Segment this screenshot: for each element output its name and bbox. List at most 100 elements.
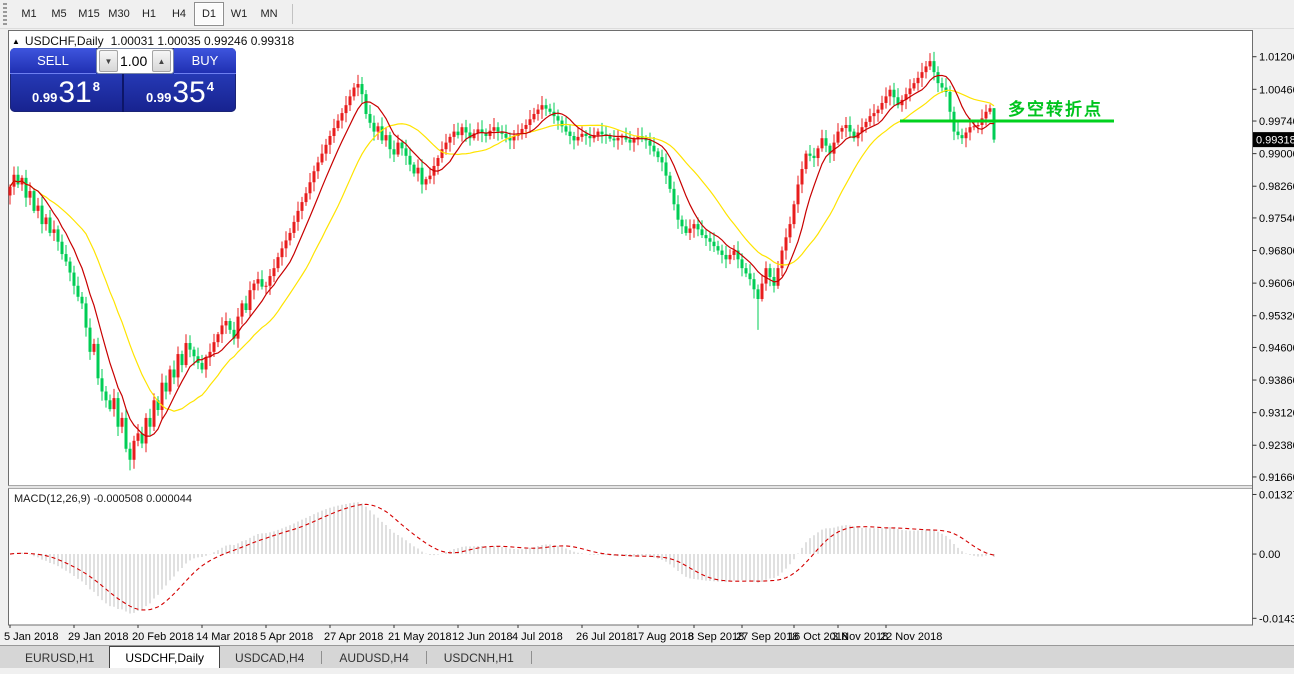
candle-body	[412, 164, 416, 174]
buy-button[interactable]: BUY	[174, 48, 236, 74]
candle-body	[720, 250, 724, 255]
candle-body	[872, 113, 876, 117]
candle-body	[276, 257, 280, 269]
candle-body	[356, 84, 360, 88]
candle-body	[664, 162, 668, 176]
candle-body	[152, 400, 156, 427]
tab-separator	[425, 651, 427, 664]
candle-body	[884, 96, 888, 103]
timeframe-button-w1[interactable]: W1	[224, 2, 254, 26]
candle-body	[28, 191, 32, 198]
timeframe-button-m30[interactable]: M30	[104, 2, 134, 26]
candle-body	[316, 162, 320, 172]
candle-body	[8, 186, 12, 196]
chart-title: ▲ USDCHF,Daily 1.00031 1.00035 0.99246 0.9…	[12, 34, 294, 48]
candle-body	[240, 303, 244, 317]
candle-body	[128, 448, 132, 460]
candle-body	[744, 268, 748, 274]
timeframe-button-d1[interactable]: D1	[194, 2, 224, 26]
candle-body	[312, 171, 316, 183]
candle-body	[288, 232, 292, 241]
candle-body	[632, 139, 636, 143]
candle-body	[40, 205, 44, 225]
tab-separator	[321, 651, 323, 664]
candle-body	[16, 174, 20, 185]
toolbar-grip-handle[interactable]	[3, 3, 7, 25]
candle-body	[840, 128, 844, 132]
buy-price[interactable]: 0.99 35 4	[124, 74, 236, 112]
candle-body	[284, 240, 288, 249]
timeframe-button-m15[interactable]: M15	[74, 2, 104, 26]
candle-body	[924, 66, 928, 73]
candle-body	[300, 202, 304, 211]
timeframe-button-h4[interactable]: H4	[164, 2, 194, 26]
candle-body	[424, 179, 428, 185]
volume-input[interactable]	[120, 53, 150, 69]
volume-decrease-button[interactable]: ▼	[99, 50, 118, 72]
price-tick-label: 0.92380	[1259, 440, 1294, 452]
candle-body	[676, 204, 680, 220]
date-tick-label: 20 Feb 2018	[132, 631, 194, 643]
timeframe-button-mn[interactable]: MN	[254, 2, 284, 26]
candle-body	[228, 321, 232, 330]
candle-body	[588, 136, 592, 139]
candle-body	[688, 228, 692, 233]
date-tick-label: 5 Jan 2018	[4, 631, 58, 643]
candle-body	[336, 120, 340, 129]
sell-price[interactable]: 0.99 31 8	[10, 74, 124, 112]
date-tick-label: 4 Jul 2018	[512, 631, 563, 643]
price-tick-label: 1.01200	[1259, 52, 1294, 64]
candle-body	[864, 121, 868, 128]
candle-body	[308, 182, 312, 194]
chart-tab-usdchf[interactable]: USDCHF,Daily	[109, 646, 221, 668]
candle-body	[880, 102, 884, 110]
chart-tab-usdcnh[interactable]: USDCNH,H1	[429, 648, 529, 668]
candle-body	[600, 131, 604, 135]
macd-signal-value: 0.000044	[146, 493, 192, 505]
sell-button[interactable]: SELL	[10, 48, 96, 74]
candle-body	[352, 87, 356, 97]
chart-tab-audusd[interactable]: AUDUSD,H4	[324, 648, 423, 668]
candle-body	[24, 177, 28, 198]
candle-body	[116, 398, 120, 427]
candle-body	[408, 155, 412, 165]
candle-body	[236, 316, 240, 339]
candle-body	[692, 224, 696, 229]
candle-body	[932, 61, 936, 73]
candle-body	[784, 237, 788, 251]
candle-body	[764, 268, 768, 284]
candle-body	[844, 124, 848, 129]
candle-body	[452, 131, 456, 137]
chart-canvas[interactable]: 1.01200 1.00460 0.99740 0.99000 0.98260 0.975…	[0, 29, 1294, 645]
candle-body	[108, 400, 112, 410]
candle-body	[328, 136, 332, 145]
one-click-trade-panel: SELL ▼ ▲ BUY 0.99 31 8 0.99 35 4	[10, 48, 236, 112]
panel-splitter[interactable]	[8, 485, 1253, 489]
candle-body	[52, 229, 56, 233]
candle-body	[204, 357, 208, 370]
timeframe-button-m5[interactable]: M5	[44, 2, 74, 26]
candle-body	[200, 362, 204, 370]
candle-body	[188, 343, 192, 350]
candle-body	[216, 334, 220, 343]
chart-tab-eurusd[interactable]: EURUSD,H1	[10, 648, 109, 668]
chart-tab-usdcad[interactable]: USDCAD,H4	[220, 648, 319, 668]
candle-body	[260, 279, 264, 287]
buy-price-pip: 4	[206, 79, 214, 94]
candle-body	[752, 279, 756, 290]
date-tick-label: 22 Nov 2018	[880, 631, 942, 643]
candle-body	[456, 131, 460, 136]
timeframe-button-h1[interactable]: H1	[134, 2, 164, 26]
chart-ohlc-values: 1.00031 1.00035 0.99246 0.99318	[110, 34, 295, 48]
candle-body	[420, 167, 424, 185]
candle-body	[836, 131, 840, 143]
candle-body	[648, 140, 652, 146]
price-tick-label: 0.96800	[1259, 246, 1294, 258]
candle-body	[808, 153, 812, 156]
volume-increase-button[interactable]: ▲	[152, 50, 171, 72]
timeframe-button-m1[interactable]: M1	[14, 2, 44, 26]
candle-body	[796, 184, 800, 205]
macd-panel[interactable]	[8, 488, 1253, 626]
date-tick-label: 27 Apr 2018	[324, 631, 383, 643]
candle-body	[504, 133, 508, 138]
